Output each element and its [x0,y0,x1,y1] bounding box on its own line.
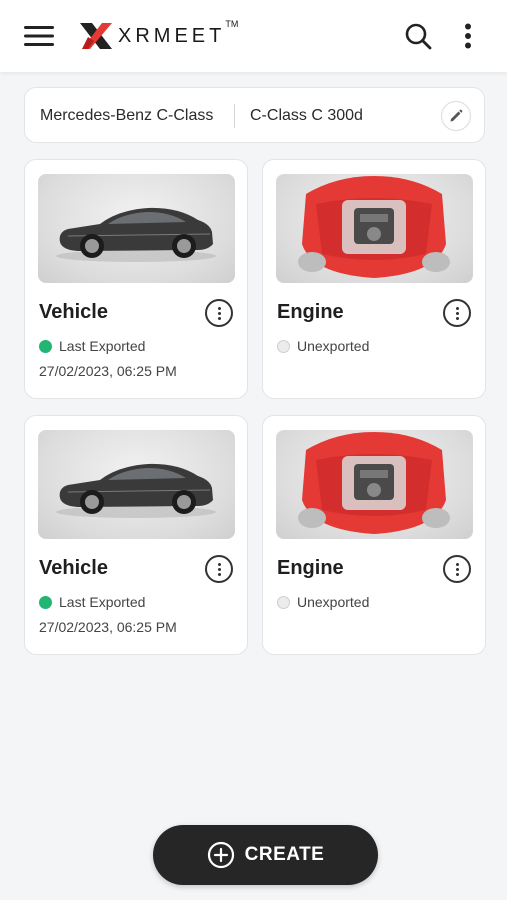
pencil-icon [450,109,463,122]
card-more-button[interactable] [443,555,471,583]
more-options-button[interactable] [454,20,482,52]
car-side-image [38,174,235,283]
export-date: 27/02/2023, 06:25 PM [39,363,177,379]
status-dot [277,339,290,353]
card-more-button[interactable] [443,299,471,327]
asset-card-vehicle[interactable]: Vehicle Last Exported 27/02/2023, 06:25 … [24,415,248,655]
status-badge: Unexported [277,338,369,354]
trademark: TM [225,18,239,29]
car-side-image [38,430,235,539]
asset-card-vehicle[interactable]: Vehicle Last Exported 27/02/2023, 06:25 … [24,159,248,399]
search-button[interactable] [402,20,434,52]
card-more-button[interactable] [205,299,233,327]
status-label: Last Exported [59,594,146,610]
card-title: Vehicle [39,557,108,579]
status-label: Last Exported [59,338,146,354]
status-dot [39,595,52,609]
hamburger-icon [24,26,54,46]
app-bar: XRMEETTM [0,0,507,72]
create-button[interactable]: CREATE [153,825,378,885]
status-badge: Last Exported [39,594,145,610]
card-more-button[interactable] [205,555,233,583]
status-label: Unexported [297,594,370,610]
asset-card-engine[interactable]: Engine Unexported [262,159,486,399]
model-make: Mercedes-Benz C-Class [40,107,214,124]
status-dot [39,339,52,353]
logo-mark-icon [80,23,112,49]
card-title: Vehicle [39,301,108,323]
status-badge: Last Exported [39,338,145,354]
engine-cutaway-image [276,430,473,539]
kebab-vertical-icon [465,23,471,49]
edit-model-button[interactable] [441,101,471,131]
asset-card-engine[interactable]: Engine Unexported [262,415,486,655]
status-dot [277,595,290,609]
app-logo: XRMEETTM [78,18,239,52]
plus-circle-icon [207,841,234,869]
model-selector: Mercedes-Benz C-Class C-Class C 300d [24,87,485,143]
create-label: CREATE [244,844,325,865]
card-title: Engine [277,557,344,579]
search-icon [405,23,432,50]
status-badge: Unexported [277,594,369,610]
card-title: Engine [277,301,344,323]
menu-button[interactable] [22,22,56,50]
status-label: Unexported [297,338,370,354]
model-variant: C-Class C 300d [250,107,363,124]
engine-cutaway-image [276,174,473,283]
app-name: XRMEETTM [118,18,239,47]
export-date: 27/02/2023, 06:25 PM [39,619,177,635]
divider [234,104,235,128]
